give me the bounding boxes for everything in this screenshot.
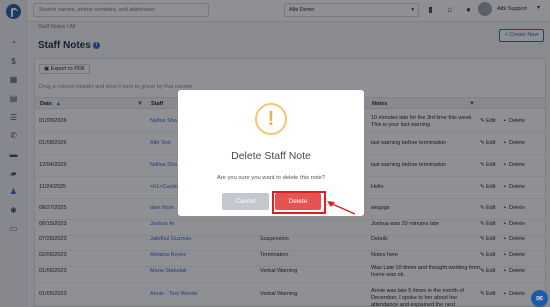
- chat-support-icon[interactable]: ✉: [531, 290, 548, 307]
- annotation-arrow: [327, 201, 356, 215]
